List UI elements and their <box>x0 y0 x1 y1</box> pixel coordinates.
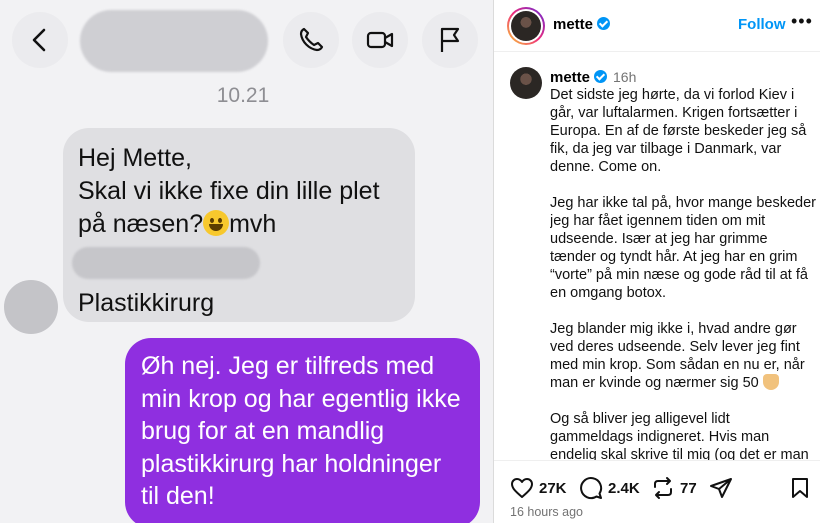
share-icon <box>710 478 732 498</box>
repost-count: 77 <box>680 479 697 497</box>
repost-button[interactable]: 77 <box>651 476 697 500</box>
caption-paragraph: Det sidste jeg hørte, da vi forlod Kiev … <box>550 87 807 175</box>
incoming-line: Skal vi ikke fixe din lille plet <box>78 177 380 205</box>
call-button[interactable] <box>283 12 339 68</box>
folded-hands-emoji-icon <box>762 374 779 390</box>
message-timestamp: 10.21 <box>216 84 270 107</box>
comment-icon <box>580 477 603 500</box>
post-timestamp: 16 hours ago <box>510 505 583 519</box>
save-button[interactable] <box>788 476 812 500</box>
verified-badge-icon <box>594 70 608 83</box>
more-options-button[interactable]: ••• <box>791 11 813 32</box>
avatar <box>511 11 541 41</box>
post-actions-bar: 27K 2.4K 77 16 hours ago <box>494 460 820 523</box>
incoming-line: på næsen? mvh <box>78 208 400 241</box>
follow-button[interactable]: Follow <box>738 16 786 33</box>
post-age: 16h <box>613 69 637 85</box>
share-button[interactable] <box>709 476 733 500</box>
incoming-signoff: mvh <box>229 210 277 238</box>
video-icon <box>366 31 394 49</box>
caption-username[interactable]: mette <box>550 69 590 86</box>
repost-icon <box>654 477 672 499</box>
heart-icon <box>511 478 533 498</box>
bookmark-icon <box>792 478 808 498</box>
caption-paragraph: Og så bliver jeg alligevel lidt gammelda… <box>550 411 809 460</box>
incoming-signature: Plastikkirurg <box>78 289 215 317</box>
flag-icon <box>440 27 460 52</box>
video-call-button[interactable] <box>352 12 408 68</box>
instagram-post-panel: mette Follow ••• mette 16h Det sidste jeg… <box>493 0 820 523</box>
caption-header: mette 16h <box>550 69 636 87</box>
redacted-contact-name <box>80 10 268 72</box>
incoming-line: Hej Mette, <box>78 144 192 172</box>
incoming-line-text: på næsen? <box>78 210 204 238</box>
story-avatar[interactable] <box>507 7 545 45</box>
post-caption: Det sidste jeg hørte, da vi forlod Kiev … <box>550 86 816 460</box>
redacted-sender-name <box>72 247 260 279</box>
comment-button[interactable]: 2.4K <box>579 476 640 500</box>
grinning-emoji-icon <box>203 210 230 236</box>
report-button[interactable] <box>422 12 478 68</box>
username-link[interactable]: mette <box>553 16 593 33</box>
verified-badge-icon <box>597 17 611 30</box>
outgoing-message-text: Øh nej. Jeg er tilfreds med min krop og … <box>141 352 461 510</box>
message-screenshot: 10.21 Hej Mette, Skal vi ikke fixe din l… <box>0 0 493 523</box>
back-button[interactable] <box>12 12 68 68</box>
header-username-wrap: mette <box>553 16 611 34</box>
caption-paragraph: Jeg blander mig ikke i, hvad andre gør v… <box>550 320 816 392</box>
phone-icon <box>299 27 324 52</box>
post-header: mette Follow ••• <box>494 0 820 52</box>
outgoing-message-bubble: Øh nej. Jeg er tilfreds med min krop og … <box>125 338 480 523</box>
incoming-message-bubble: Hej Mette, Skal vi ikke fixe din lille p… <box>63 128 415 322</box>
caption-avatar[interactable] <box>510 67 542 99</box>
like-count: 27K <box>539 479 567 497</box>
comment-count: 2.4K <box>608 479 640 497</box>
back-icon <box>32 28 46 52</box>
like-button[interactable]: 27K <box>510 476 567 500</box>
sender-avatar <box>4 280 58 334</box>
caption-paragraph: Jeg har ikke tal på, hvor mange beskeder… <box>550 195 816 301</box>
